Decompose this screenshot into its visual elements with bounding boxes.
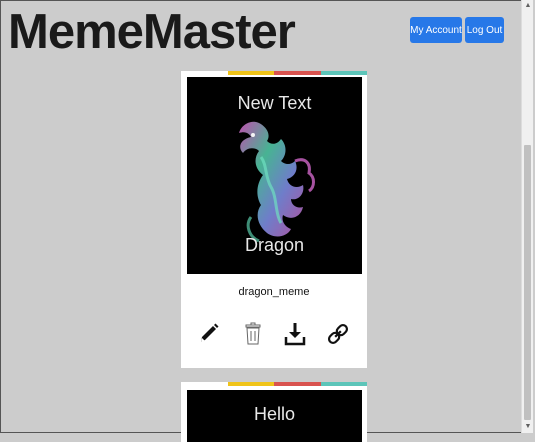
scroll-down-icon[interactable]: ▼ bbox=[522, 421, 534, 433]
meme-top-text: New Text bbox=[237, 93, 312, 113]
meme-card: Hello bbox=[181, 382, 367, 442]
meme-name: dragon_meme bbox=[238, 286, 310, 298]
meme-image[interactable]: New Text Dragon bbox=[187, 77, 362, 274]
trash-icon[interactable] bbox=[241, 321, 265, 347]
scroll-up-icon[interactable]: ▲ bbox=[522, 0, 534, 12]
vertical-scrollbar[interactable]: ▲ ▼ bbox=[521, 0, 533, 433]
meme-image[interactable]: Hello bbox=[187, 390, 362, 442]
scrollbar-thumb[interactable] bbox=[524, 145, 531, 420]
pencil-icon[interactable] bbox=[197, 321, 221, 347]
log-out-button[interactable]: Log Out bbox=[465, 17, 504, 43]
link-icon[interactable] bbox=[326, 321, 350, 347]
meme-bottom-text: Dragon bbox=[244, 235, 305, 255]
card-color-strip bbox=[181, 382, 367, 386]
meme-card: New Text Dragon dragon_meme bbox=[181, 71, 367, 368]
download-icon[interactable] bbox=[283, 321, 307, 347]
meme-top-text: Hello bbox=[253, 404, 296, 424]
meme-actions bbox=[181, 321, 367, 347]
my-account-button[interactable]: My Account bbox=[410, 17, 462, 43]
dragon-image bbox=[239, 121, 315, 243]
card-color-strip bbox=[181, 71, 367, 75]
app-title: MemeMaster bbox=[8, 5, 296, 59]
